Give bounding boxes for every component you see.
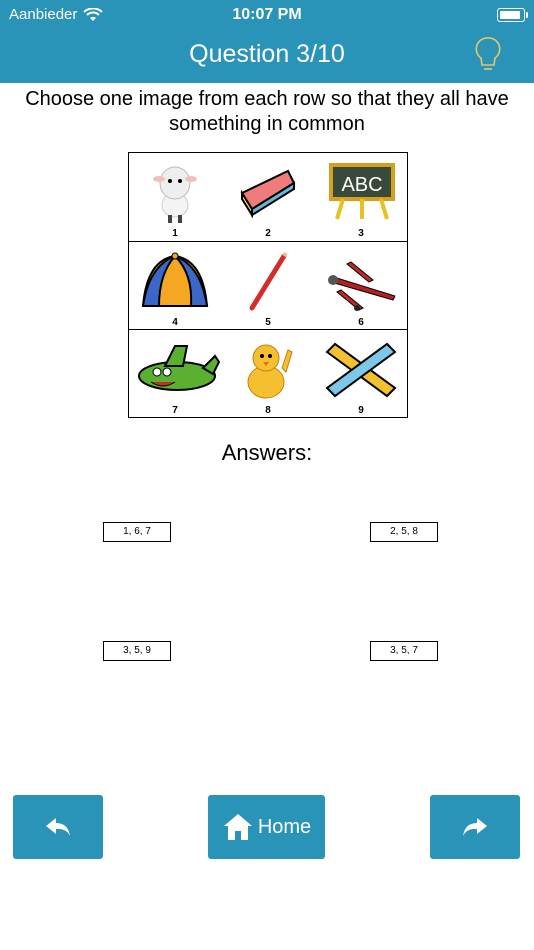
grid-row-3: 7 8 9 [129, 329, 407, 418]
app-header: Aanbieder 10:07 PM Question 3/10 [0, 0, 534, 83]
answer-option-3[interactable]: 3, 5, 9 [103, 641, 171, 661]
cell-number: 5 [265, 317, 271, 328]
status-bar: Aanbieder 10:07 PM [0, 4, 534, 24]
back-arrow-icon [46, 818, 70, 836]
grid-cell-3: ABC 3 [315, 153, 407, 241]
cell-number: 1 [172, 228, 178, 239]
forward-button[interactable] [430, 795, 520, 859]
grid-cell-7: 7 [129, 330, 221, 418]
cell-number: 8 [265, 405, 271, 416]
cartoon-airplane-icon [138, 345, 221, 391]
answer-option-4[interactable]: 3, 5, 7 [370, 641, 438, 661]
lightbulb-icon[interactable] [474, 36, 502, 74]
grid-row-2: 4 5 6 [129, 241, 407, 330]
biplane-icon [328, 261, 396, 311]
page-title: Question 3/10 [189, 40, 345, 68]
battery-icon [497, 8, 528, 22]
grid-cell-5: 5 [222, 242, 314, 330]
question-text: Choose one image from each row so that t… [25, 88, 509, 135]
home-button[interactable]: Home [208, 795, 325, 859]
cell-number: 6 [358, 317, 364, 328]
pencil-icon [249, 251, 288, 311]
cell-number: 4 [172, 317, 178, 328]
answer-option-2[interactable]: 2, 5, 8 [370, 522, 438, 542]
grid-row-1: 1 2 ABC 3 [129, 153, 407, 241]
svg-text:ABC: ABC [341, 174, 382, 196]
cell-number: 7 [172, 405, 178, 416]
grid-cell-2: 2 [222, 153, 314, 241]
clock: 10:07 PM [232, 6, 302, 23]
beanie-hat-icon [141, 252, 209, 307]
grid-cell-6: 6 [315, 242, 407, 330]
home-icon [223, 814, 252, 840]
cell-number: 3 [358, 228, 364, 239]
back-button[interactable] [13, 795, 103, 859]
grid-cell-4: 4 [129, 242, 221, 330]
forward-arrow-icon [463, 818, 487, 836]
home-label: Home [257, 815, 312, 838]
cell-number: 9 [358, 405, 364, 416]
chick-icon [247, 344, 293, 399]
lamb-icon [153, 166, 197, 223]
rulers-icon [325, 342, 397, 398]
cake-slice-icon [240, 169, 296, 219]
puzzle-grid: 1 2 ABC 3 4 5 6 7 8 9 [128, 152, 408, 418]
grid-cell-1: 1 [129, 153, 221, 241]
grid-cell-8: 8 [222, 330, 314, 418]
answers-heading: Answers: [221, 440, 313, 465]
cell-number: 2 [265, 228, 271, 239]
answer-option-1[interactable]: 1, 6, 7 [103, 522, 171, 542]
grid-cell-9: 9 [315, 330, 407, 418]
chalkboard-icon: ABC [329, 163, 395, 220]
